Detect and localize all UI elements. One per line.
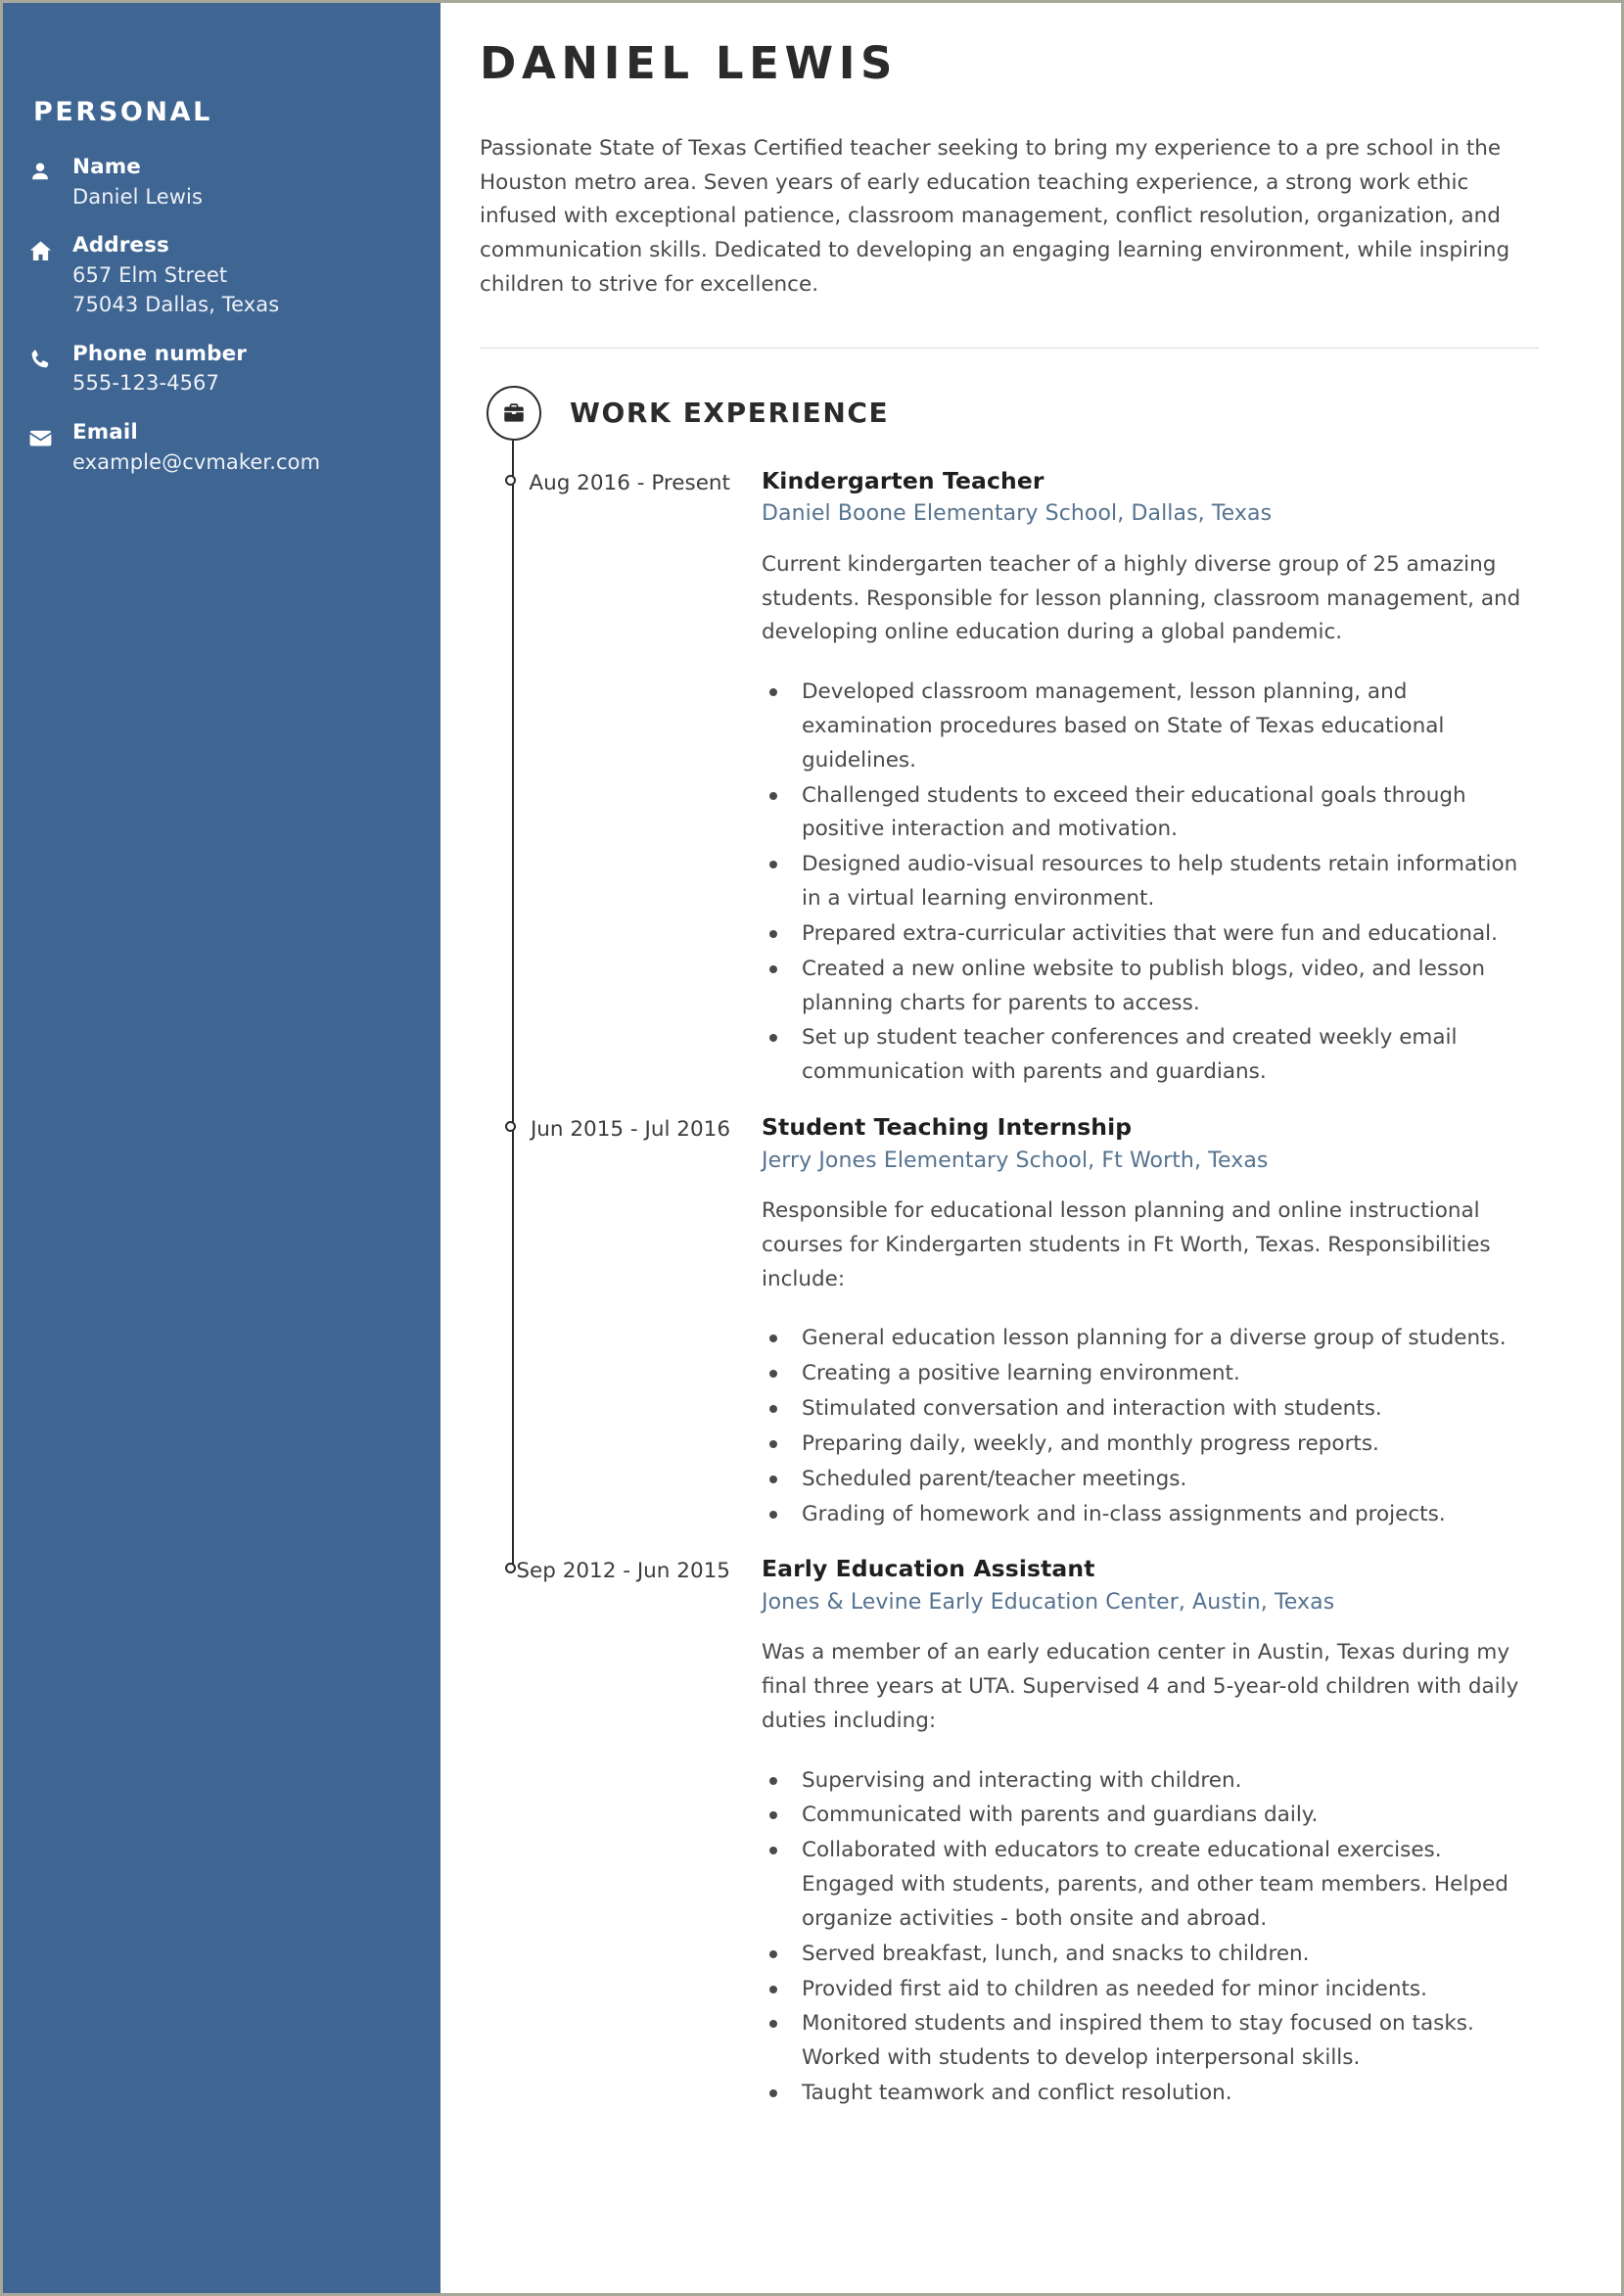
contact-text: Address 657 Elm Street 75043 Dallas, Texas [72,232,441,319]
contact-label: Email [72,419,138,445]
work-entry: Aug 2016 - Present Kindergarten Teacher Da… [480,466,1539,1091]
work-experience-title: WORK EXPERIENCE [570,397,890,430]
contact-value: 555-123-4567 [72,371,219,396]
sidebar: PERSONAL Name Daniel Lewis Address 657 Elm … [3,3,441,2293]
list-item: Monitored students and inspired them to … [762,2007,1539,2076]
list-item: Served breakfast, lunch, and snacks to c… [762,1938,1539,1972]
work-entry: Jun 2015 - Jul 2016 Student Teaching Inte… [480,1112,1539,1532]
phone-icon [27,341,72,372]
list-item: Designed audio-visual resources to help … [762,848,1539,916]
person-icon [27,154,72,185]
work-entry-date: Aug 2016 - Present [529,470,730,495]
list-item: Communicated with parents and guardians … [762,1799,1539,1833]
contact-value: example@cvmaker.com [72,449,321,474]
contact-text: Phone number 555-123-4567 [72,341,441,398]
work-entry-description: Responsible for educational lesson plann… [762,1197,1491,1291]
work-entry-description: Was a member of an early education cente… [762,1640,1519,1733]
list-item: General education lesson planning for a … [762,1322,1539,1356]
list-item: Supervising and interacting with childre… [762,1764,1539,1799]
list-item: Collaborated with educators to create ed… [762,1834,1539,1936]
contact-value: 657 Elm Street [72,263,228,288]
work-entry-role: Kindergarten Teacher [762,466,1044,494]
contact-value: Daniel Lewis [72,185,204,210]
work-entry-organization: Jones & Levine Early Education Center, A… [762,1589,1335,1615]
list-item: Creating a positive learning environment… [762,1357,1539,1391]
sidebar-heading: PERSONAL [33,97,212,127]
contact-text: Email example@cvmaker.com [72,419,441,477]
contact-item-name: Name Daniel Lewis [3,154,441,211]
list-item: Grading of homework and in-class assignm… [762,1498,1539,1532]
work-experience-timeline: Aug 2016 - Present Kindergarten Teacher Da… [480,440,1539,2171]
list-item: Preparing daily, weekly, and monthly pro… [762,1428,1539,1462]
contact-label: Address [72,233,169,258]
work-entry-body: Student Teaching Internship Jerry Jones E… [752,1112,1539,1532]
list-item: Developed classroom management, lesson p… [762,676,1539,777]
list-item: Set up student teacher conferences and c… [762,1021,1539,1090]
home-icon [27,232,72,264]
work-entry-bullets: Developed classroom management, lesson p… [762,676,1539,1090]
contact-item-email: Email example@cvmaker.com [3,419,441,477]
timeline-dot-icon [505,474,516,486]
page-title: DANIEL LEWIS [480,37,899,89]
contact-item-address: Address 657 Elm Street 75043 Dallas, Texas [3,232,441,319]
list-item: Taught teamwork and conflict resolution. [762,2077,1539,2111]
list-item: Provided first aid to children as needed… [762,1973,1539,2007]
list-item: Scheduled parent/teacher meetings. [762,1463,1539,1497]
work-entry-organization: Daniel Boone Elementary School, Dallas, … [762,501,1273,527]
list-item: Prepared extra-curricular activities tha… [762,917,1539,952]
list-item: Created a new online website to publish … [762,953,1539,1021]
contact-item-phone-number: Phone number 555-123-4567 [3,341,441,398]
list-item: Stimulated conversation and interaction … [762,1392,1539,1427]
sidebar-contact-list: Name Daniel Lewis Address 657 Elm Street 750… [3,154,441,476]
work-entry-date: Jun 2015 - Jul 2016 [530,1117,730,1143]
profile-summary: Passionate State of Texas Certified teac… [480,135,1510,298]
work-entry-bullets: Supervising and interacting with childre… [762,1764,1539,2111]
work-experience-entries: Aug 2016 - Present Kindergarten Teacher Da… [480,466,1539,2112]
contact-label: Phone number [72,341,247,366]
work-entry-description: Current kindergarten teacher of a highly… [762,551,1521,645]
work-entry-organization: Jerry Jones Elementary School, Ft Worth,… [762,1148,1269,1173]
work-entry-date: Sep 2012 - Jun 2015 [516,1559,730,1584]
section-divider [480,347,1539,349]
contact-label: Name [72,155,141,180]
work-entry-body: Early Education Assistant Jones & Levine … [752,1554,1539,2112]
contact-text: Name Daniel Lewis [72,154,441,211]
work-entry-role: Early Education Assistant [762,1555,1095,1583]
work-entry-bullets: General education lesson planning for a … [762,1322,1539,1531]
envelope-icon [27,419,72,451]
work-entry-body: Kindergarten Teacher Daniel Boone Element… [752,466,1539,1091]
work-experience-header: WORK EXPERIENCE [480,385,1539,441]
work-entry: Sep 2012 - Jun 2015 Early Education Assis… [480,1554,1539,2112]
list-item: Challenged students to exceed their educ… [762,779,1539,848]
contact-value: 75043 Dallas, Texas [72,293,280,317]
resume-page: PERSONAL Name Daniel Lewis Address 657 Elm … [0,0,1624,2296]
main-content: DANIEL LEWIS Passionate State of Texas C… [441,3,1621,2293]
briefcase-icon [487,385,541,441]
work-entry-role: Student Teaching Internship [762,1113,1133,1142]
